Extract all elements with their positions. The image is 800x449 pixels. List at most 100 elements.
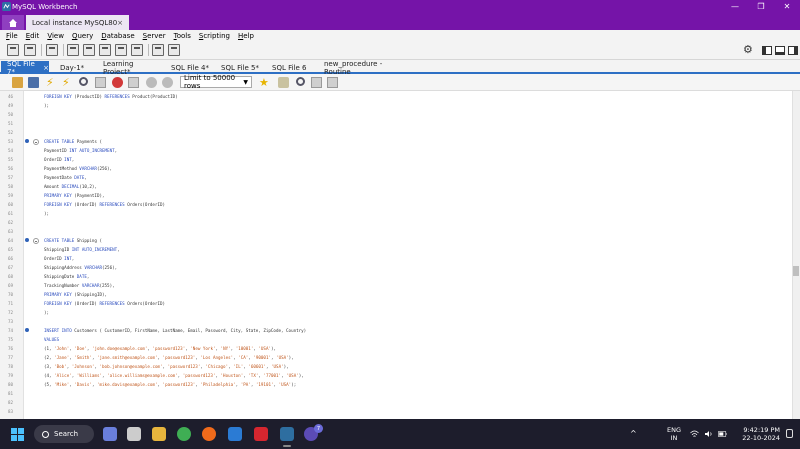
code-line[interactable]: 50 <box>0 110 790 119</box>
menu-database[interactable]: Database <box>101 32 134 40</box>
create-function-icon[interactable] <box>131 44 143 56</box>
minimize-button[interactable]: — <box>722 0 748 13</box>
search-table-data-icon[interactable] <box>152 44 164 56</box>
commit-icon[interactable] <box>128 77 139 88</box>
create-table-icon[interactable] <box>83 44 95 56</box>
toggle-autocommit-icon[interactable] <box>112 77 123 88</box>
open-file-icon[interactable] <box>12 77 23 88</box>
sql-editor[interactable]: 46 FOREIGN KEY (ProductID) REFERENCES Pro… <box>0 91 800 419</box>
menu-scripting[interactable]: Scripting <box>199 32 230 40</box>
gear-icon[interactable]: ⚙ <box>743 44 753 56</box>
code-line[interactable]: 66 OrderID INT, <box>0 254 790 263</box>
code-line[interactable]: 56 PaymentMethod VARCHAR(256), <box>0 164 790 173</box>
code-line[interactable]: 61); <box>0 209 790 218</box>
tab-sql-file-5[interactable]: SQL File 5* <box>215 61 263 74</box>
notification-center-icon[interactable] <box>786 429 793 438</box>
code-line[interactable]: 68 ShippingDate DATE, <box>0 272 790 281</box>
execute-statement-icon[interactable]: ⚡ <box>62 77 73 88</box>
toggle-output-panel-icon[interactable] <box>775 46 785 55</box>
scrollbar-thumb[interactable] <box>793 266 799 276</box>
open-sql-script-icon[interactable] <box>24 44 36 56</box>
close-tab-icon[interactable]: × <box>43 64 49 72</box>
code-line[interactable]: 83 <box>0 407 790 416</box>
reconnect-icon[interactable] <box>168 44 180 56</box>
copilot-icon[interactable] <box>103 427 117 441</box>
maximize-button[interactable]: ❐ <box>748 0 774 13</box>
code-line[interactable]: 58 Amount DECIMAL(10,2), <box>0 182 790 191</box>
code-line[interactable]: 64 CREATE TABLE Shipping ( <box>0 236 790 245</box>
battery-icon[interactable] <box>718 430 727 438</box>
code-line[interactable]: 46 FOREIGN KEY (ProductID) REFERENCES Pro… <box>0 92 790 101</box>
code-line[interactable]: 65 ShippingID INT AUTO_INCREMENT, <box>0 245 790 254</box>
file-explorer-icon[interactable] <box>152 427 166 441</box>
code-line[interactable]: 69 TrackingNumber VARCHAR(255), <box>0 281 790 290</box>
code-line[interactable]: 72); <box>0 308 790 317</box>
code-line[interactable]: 78 (3, 'Bob', 'Johnson', 'bob.johnson@exa… <box>0 362 790 371</box>
add-snippet-icon[interactable]: ★ <box>259 77 270 88</box>
tab-new-procedure-routine[interactable]: new_procedure - Routine <box>318 60 406 76</box>
menu-help[interactable]: Help <box>238 32 254 40</box>
menu-tools[interactable]: Tools <box>174 32 191 40</box>
menu-server[interactable]: Server <box>143 32 166 40</box>
create-schema-icon[interactable] <box>67 44 79 56</box>
firefox-icon[interactable] <box>202 427 216 441</box>
taskbar-search[interactable]: Search <box>34 425 94 443</box>
menu-query[interactable]: Query <box>72 32 93 40</box>
tab-sql-file-6[interactable]: SQL File 6 <box>266 61 312 74</box>
code-line[interactable]: 77 (2, 'Jane', 'Smith', 'jane.smith@examp… <box>0 353 790 362</box>
mysql-workbench-taskbar-icon[interactable] <box>280 427 294 447</box>
tab-learning-project[interactable]: Learning Project* <box>97 60 159 76</box>
acrobat-icon[interactable] <box>254 427 268 441</box>
store-icon[interactable] <box>228 427 242 441</box>
inspector-icon[interactable] <box>46 44 58 56</box>
code-line[interactable]: 71 FOREIGN KEY (OrderID) REFERENCES Order… <box>0 299 790 308</box>
code-line[interactable]: 52 <box>0 128 790 137</box>
close-button[interactable]: ✕ <box>774 0 800 13</box>
menu-file[interactable]: File <box>6 32 18 40</box>
volume-icon[interactable] <box>704 430 713 438</box>
code-line[interactable]: 59 PRIMARY KEY (PaymentID), <box>0 191 790 200</box>
rollback-icon[interactable] <box>146 77 157 88</box>
windows-start-icon[interactable] <box>11 428 24 441</box>
vertical-scrollbar[interactable] <box>792 91 800 419</box>
fold-toggle-icon[interactable] <box>33 138 39 145</box>
create-procedure-icon[interactable] <box>115 44 127 56</box>
code-line[interactable]: 49); <box>0 101 790 110</box>
code-line[interactable]: 70 PRIMARY KEY (ShippingID), <box>0 290 790 299</box>
code-line[interactable]: 76 (1, 'John', 'Doe', 'john.doe@example.c… <box>0 344 790 353</box>
new-sql-tab-icon[interactable] <box>7 44 19 56</box>
invisible-characters-icon[interactable] <box>311 77 322 88</box>
code-line[interactable]: 81 <box>0 389 790 398</box>
execute-icon[interactable]: ⚡ <box>46 77 57 88</box>
tab-sql-file-7[interactable]: SQL File 7* × <box>1 60 49 76</box>
chrome-icon[interactable] <box>177 427 191 441</box>
code-line[interactable]: 53 CREATE TABLE Payments ( <box>0 137 790 146</box>
wifi-icon[interactable] <box>690 430 699 438</box>
tab-day-1[interactable]: Day-1* <box>54 61 94 74</box>
toggle-sidebar-icon[interactable] <box>762 46 772 55</box>
code-line[interactable]: 62 <box>0 218 790 227</box>
code-line[interactable]: 55 OrderID INT, <box>0 155 790 164</box>
menu-edit[interactable]: Edit <box>26 32 40 40</box>
create-view-icon[interactable] <box>99 44 111 56</box>
find-icon[interactable] <box>296 77 305 86</box>
code-line[interactable]: 67 ShippingAddress VARCHAR(256), <box>0 263 790 272</box>
home-tab[interactable] <box>2 15 24 30</box>
code-line[interactable]: 60 FOREIGN KEY (OrderID) REFERENCES Order… <box>0 200 790 209</box>
fold-toggle-icon[interactable] <box>33 237 39 244</box>
stop-on-error-icon[interactable] <box>162 77 173 88</box>
code-line[interactable]: 75 VALUES <box>0 335 790 344</box>
tab-sql-file-4[interactable]: SQL File 4* <box>165 61 213 74</box>
system-clock[interactable]: 9:42:19 PM 22-10-2024 <box>736 426 780 442</box>
code-line[interactable]: 63 <box>0 227 790 236</box>
save-icon[interactable] <box>28 77 39 88</box>
code-line[interactable]: 73 <box>0 317 790 326</box>
language-indicator[interactable]: ENG IN <box>667 426 681 442</box>
explain-icon[interactable] <box>79 77 88 86</box>
stop-icon[interactable] <box>95 77 106 88</box>
close-connection-tab-icon[interactable]: × <box>117 19 123 27</box>
chevron-up-icon[interactable]: ^ <box>630 429 637 438</box>
code-line[interactable]: 57 PaymentDate DATE, <box>0 173 790 182</box>
code-line[interactable]: 74 INSERT INTO Customers ( CustomerID, Fi… <box>0 326 790 335</box>
menu-view[interactable]: View <box>47 32 64 40</box>
